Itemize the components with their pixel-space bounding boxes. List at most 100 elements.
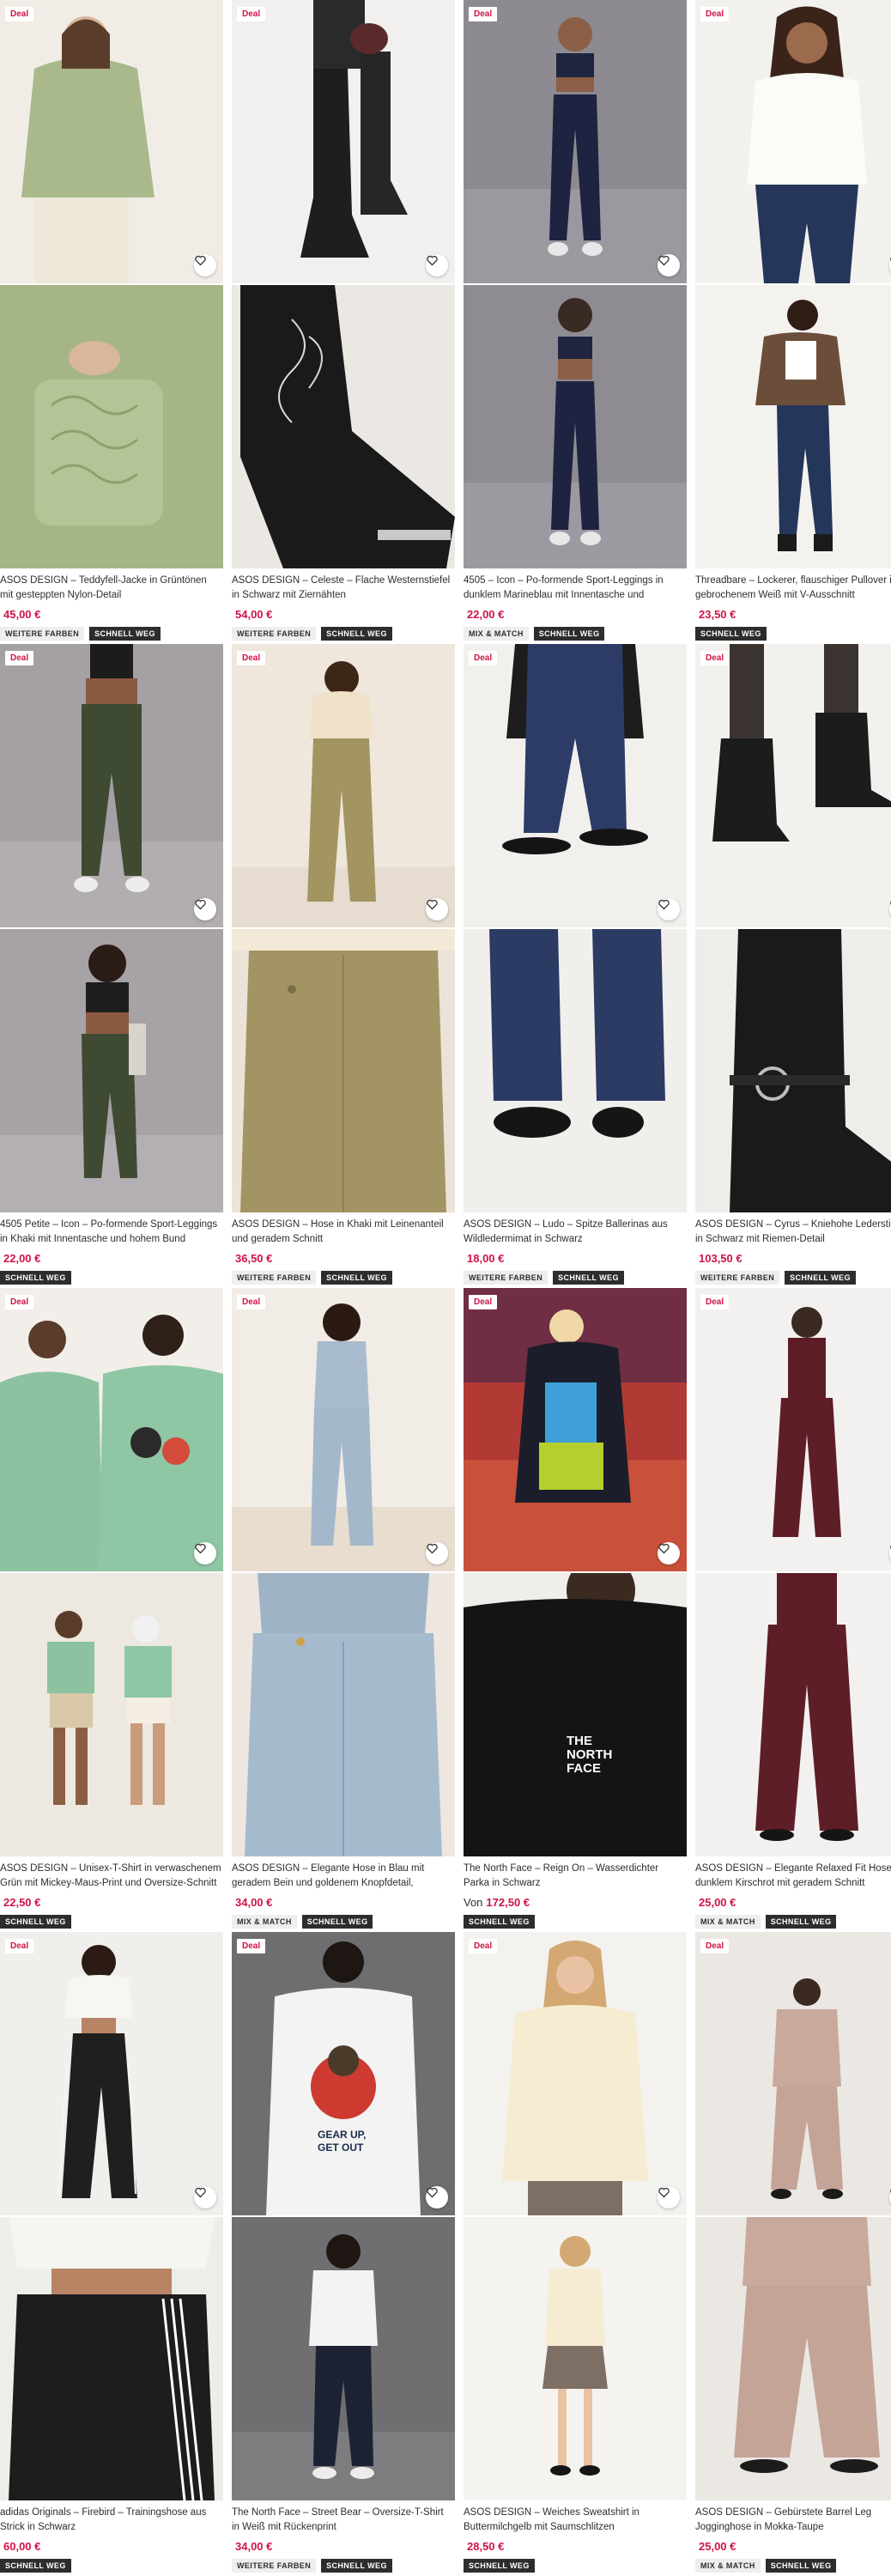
badge-list: WEITERE FARBEN SCHNELL WEG bbox=[232, 1271, 392, 1285]
product-title[interactable]: 4505 – Icon – Po-formende Sport-Leggings… bbox=[464, 574, 685, 603]
heart-icon[interactable] bbox=[194, 2186, 216, 2208]
product-card[interactable]: Deal ASOS DESIGN – Gebürstete Barrel Leg… bbox=[695, 1932, 891, 2576]
badge-list: WEITERE FARBEN SCHNELL WEG bbox=[232, 627, 392, 641]
product-card[interactable]: Deal THE NORTH FACE The North Face – Rei… bbox=[464, 1288, 687, 1932]
svg-text:THE: THE bbox=[567, 1734, 592, 1748]
heart-icon[interactable] bbox=[658, 254, 680, 276]
product-title[interactable]: Threadbare – Lockerer, flauschiger Pullo… bbox=[695, 574, 891, 603]
product-image[interactable]: Deal bbox=[464, 1932, 687, 2215]
heart-icon[interactable] bbox=[658, 898, 680, 920]
product-title[interactable]: ASOS DESIGN – Unisex-T-Shirt in verwasch… bbox=[0, 1862, 221, 1891]
product-image[interactable]: Deal bbox=[695, 0, 891, 283]
product-price: 34,00 € bbox=[232, 1896, 272, 1909]
deal-badge: Deal bbox=[5, 1939, 34, 1953]
product-image-alt[interactable] bbox=[232, 929, 455, 1212]
product-card[interactable]: Deal ASOS DESIGN – Elegante Relaxed Fit … bbox=[695, 1288, 891, 1932]
product-image[interactable]: Deal bbox=[464, 644, 687, 927]
product-card[interactable]: Deal ASOS DESIGN – Elegante Hose in Blau… bbox=[232, 1288, 455, 1932]
product-image-alt[interactable] bbox=[0, 285, 223, 568]
product-title[interactable]: adidas Originals – Firebird – Trainingsh… bbox=[0, 2506, 221, 2535]
heart-icon[interactable] bbox=[194, 1542, 216, 1564]
product-title[interactable]: ASOS DESIGN – Teddyfell-Jacke in Grüntön… bbox=[0, 574, 221, 603]
deal-badge: Deal bbox=[237, 1939, 266, 1953]
product-image[interactable]: Deal bbox=[695, 1288, 891, 1571]
product-image-alt[interactable] bbox=[0, 2217, 223, 2500]
badge-list: MIX & MATCH SCHNELL WEG bbox=[232, 1915, 373, 1929]
product-card[interactable]: GEAR UP, GET OUT Deal The North Face – S… bbox=[232, 1932, 455, 2576]
product-title[interactable]: ASOS DESIGN – Ludo – Spitze Ballerinas a… bbox=[464, 1218, 685, 1247]
product-image[interactable]: Deal bbox=[232, 644, 455, 927]
selling-fast-badge: SCHNELL WEG bbox=[0, 2559, 71, 2573]
product-title[interactable]: 4505 Petite – Icon – Po-formende Sport-L… bbox=[0, 1218, 221, 1247]
product-image-alt[interactable] bbox=[695, 285, 891, 568]
product-image[interactable]: Deal bbox=[0, 644, 223, 927]
selling-fast-badge: SCHNELL WEG bbox=[765, 1915, 837, 1929]
product-image[interactable]: Deal bbox=[695, 644, 891, 927]
product-card[interactable]: Deal ASOS DESIGN – Weiches Sweatshirt in… bbox=[464, 1932, 687, 2576]
product-image[interactable]: Deal bbox=[464, 1288, 687, 1571]
product-image-alt[interactable] bbox=[0, 929, 223, 1212]
price-value: 23,50 € bbox=[699, 608, 736, 621]
product-card[interactable]: Deal ASOS DESIGN – Unisex-T-Shirt in ver… bbox=[0, 1288, 223, 1932]
product-title[interactable]: ASOS DESIGN – Cyrus – Kniehohe Lederstie… bbox=[695, 1218, 891, 1247]
product-image-alt[interactable] bbox=[232, 1573, 455, 1856]
product-image[interactable]: GEAR UP, GET OUT Deal bbox=[232, 1932, 455, 2215]
product-image-alt[interactable]: THE NORTH FACE bbox=[464, 1573, 687, 1856]
product-title[interactable]: ASOS DESIGN – Hose in Khaki mit Leinenan… bbox=[232, 1218, 453, 1247]
product-image-alt[interactable] bbox=[0, 1573, 223, 1856]
heart-icon[interactable] bbox=[426, 1542, 448, 1564]
product-card[interactable]: Deal ASOS DESIGN – Celeste – Flache West… bbox=[232, 0, 455, 644]
svg-text:FACE: FACE bbox=[567, 1761, 601, 1776]
product-image-alt[interactable] bbox=[695, 1573, 891, 1856]
product-image[interactable]: Deal bbox=[232, 0, 455, 283]
product-image[interactable]: Deal bbox=[0, 1932, 223, 2215]
heart-icon[interactable] bbox=[658, 2186, 680, 2208]
more-colours-badge: WEITERE FARBEN bbox=[0, 627, 85, 641]
selling-fast-badge: SCHNELL WEG bbox=[0, 1915, 71, 1929]
heart-icon[interactable] bbox=[194, 254, 216, 276]
product-title[interactable]: ASOS DESIGN – Elegante Relaxed Fit Hose … bbox=[695, 1862, 891, 1891]
product-image[interactable]: Deal bbox=[0, 0, 223, 283]
product-image[interactable]: Deal bbox=[464, 0, 687, 283]
product-card[interactable]: Deal 4505 Petite – Icon – Po-formende Sp… bbox=[0, 644, 223, 1288]
product-image-alt[interactable] bbox=[695, 2217, 891, 2500]
svg-text:NORTH: NORTH bbox=[567, 1747, 612, 1762]
product-title[interactable]: The North Face – Street Bear – Oversize-… bbox=[232, 2506, 453, 2535]
product-title[interactable]: The North Face – Reign On – Wasserdichte… bbox=[464, 1862, 685, 1891]
product-card[interactable]: Deal ASOS DESIGN – Hose in Khaki mit Lei… bbox=[232, 644, 455, 1288]
selling-fast-badge: SCHNELL WEG bbox=[464, 1915, 535, 1929]
heart-icon[interactable] bbox=[194, 898, 216, 920]
product-image-alt[interactable] bbox=[464, 285, 687, 568]
product-image-alt[interactable] bbox=[464, 2217, 687, 2500]
price-value: 18,00 € bbox=[467, 1252, 505, 1265]
deal-badge: Deal bbox=[237, 7, 266, 21]
product-image[interactable]: Deal bbox=[0, 1288, 223, 1571]
selling-fast-badge: SCHNELL WEG bbox=[464, 2559, 535, 2573]
heart-icon[interactable] bbox=[426, 254, 448, 276]
heart-icon[interactable] bbox=[658, 1542, 680, 1564]
product-card[interactable]: Deal ASOS DESIGN – Teddyfell-Jacke in Gr… bbox=[0, 0, 223, 644]
product-title[interactable]: ASOS DESIGN – Gebürstete Barrel Leg Jogg… bbox=[695, 2506, 891, 2535]
heart-icon[interactable] bbox=[426, 2186, 448, 2208]
product-image[interactable]: Deal bbox=[695, 1932, 891, 2215]
product-card[interactable]: Deal ASOS DESIGN – Ludo – Spitze Balleri… bbox=[464, 644, 687, 1288]
product-image-alt[interactable] bbox=[464, 929, 687, 1212]
product-title[interactable]: ASOS DESIGN – Weiches Sweatshirt in Butt… bbox=[464, 2506, 685, 2535]
product-card[interactable]: Deal ASOS DESIGN – Cyrus – Kniehohe Lede… bbox=[695, 644, 891, 1288]
product-title[interactable]: ASOS DESIGN – Elegante Hose in Blau mit … bbox=[232, 1862, 453, 1891]
product-card[interactable]: Deal adidas Originals – Firebird – Train… bbox=[0, 1932, 223, 2576]
price-value: 25,00 € bbox=[699, 2540, 736, 2553]
product-card[interactable]: Deal Threadbare – Lockerer, flauschiger … bbox=[695, 0, 891, 644]
badge-list: WEITERE FARBEN SCHNELL WEG bbox=[232, 2559, 392, 2573]
product-image-alt[interactable] bbox=[232, 285, 455, 568]
more-colours-badge: WEITERE FARBEN bbox=[464, 1271, 549, 1285]
product-card[interactable]: Deal 4505 – Icon – Po-formende Sport-Leg… bbox=[464, 0, 687, 644]
product-image[interactable]: Deal bbox=[232, 1288, 455, 1571]
selling-fast-badge: SCHNELL WEG bbox=[301, 1915, 373, 1929]
product-image-alt[interactable] bbox=[232, 2217, 455, 2500]
selling-fast-badge: SCHNELL WEG bbox=[785, 1271, 856, 1285]
product-image-alt[interactable] bbox=[695, 929, 891, 1212]
heart-icon[interactable] bbox=[426, 898, 448, 920]
product-price: 34,00 € bbox=[232, 2540, 272, 2553]
product-title[interactable]: ASOS DESIGN – Celeste – Flache Westernst… bbox=[232, 574, 453, 603]
